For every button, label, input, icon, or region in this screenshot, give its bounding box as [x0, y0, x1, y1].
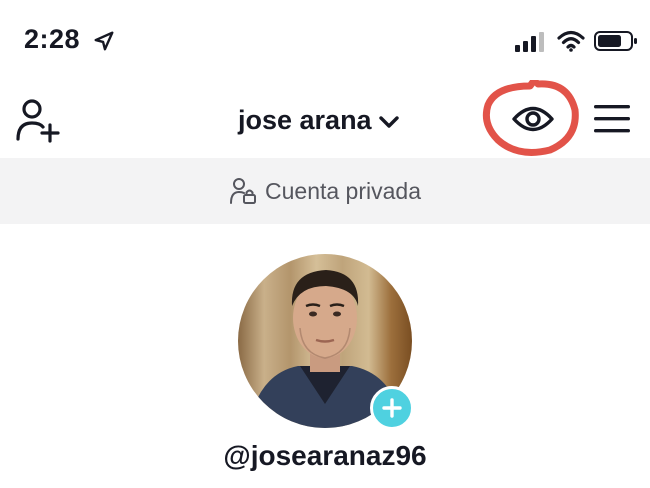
profile-handle: @josearanaz96 [223, 440, 427, 471]
profile-views-button[interactable] [478, 74, 582, 158]
eye-icon [482, 74, 579, 156]
private-account-label: Cuenta privada [265, 177, 421, 204]
location-arrow-icon [94, 31, 114, 51]
lock-user-icon [230, 178, 256, 204]
plus-icon [382, 398, 402, 418]
menu-icon [594, 105, 630, 133]
wifi-icon [557, 30, 585, 52]
chevron-down-icon [378, 115, 399, 128]
menu-button[interactable] [592, 102, 632, 136]
avatar-container [238, 254, 414, 430]
cellular-signal-icon [515, 32, 544, 52]
username-title: jose arana [238, 104, 372, 135]
private-account-banner: Cuenta privada [0, 158, 650, 224]
add-photo-button[interactable] [370, 386, 414, 430]
account-switcher[interactable]: jose arana [238, 100, 400, 140]
status-time: 2:28 [24, 24, 81, 54]
add-user-button[interactable] [14, 97, 60, 143]
profile-screen: 2:28 jose arana Cuenta privada @josearan… [0, 0, 650, 488]
add-user-icon [16, 99, 60, 143]
profile-header: jose arana [0, 74, 650, 158]
status-bar: 2:28 [0, 0, 650, 80]
battery-icon [594, 31, 637, 51]
